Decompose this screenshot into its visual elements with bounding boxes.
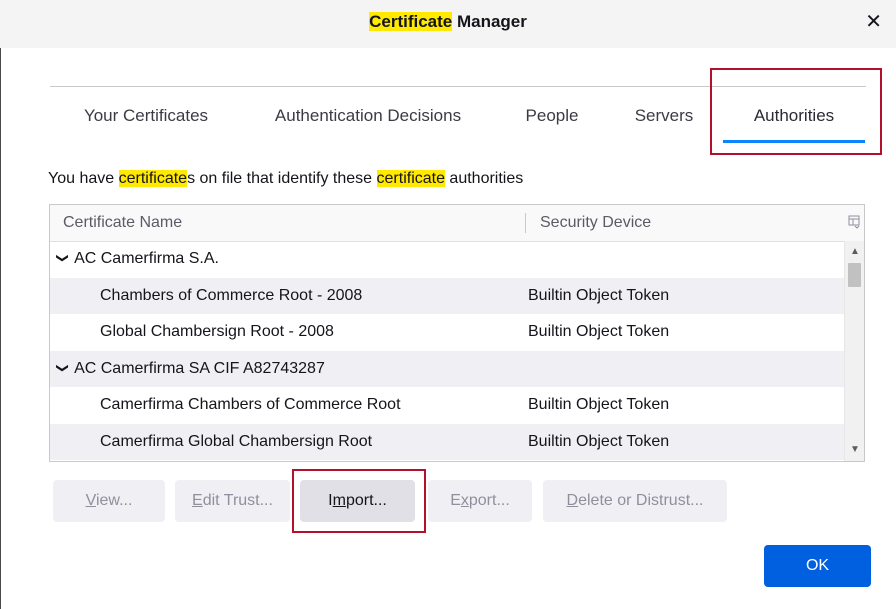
button-label: E bbox=[450, 492, 461, 509]
certificate-name-cell: Global Chambersign Root - 2008 bbox=[100, 323, 334, 340]
group-name: AC Camerfirma SA CIF A82743287 bbox=[74, 359, 325, 377]
scroll-down-icon[interactable]: ▼ bbox=[845, 441, 864, 459]
accel-key: D bbox=[566, 492, 579, 509]
tab-label: People bbox=[525, 106, 579, 125]
dialog-title: Certificate Manager bbox=[0, 12, 896, 32]
authorities-tab-annotation bbox=[710, 68, 882, 155]
tree-item-row[interactable]: Chambers of Commerce Root - 2008 Builtin… bbox=[50, 277, 844, 314]
accel-key: E bbox=[192, 492, 203, 509]
tree-group-row[interactable]: ❯ AC Camerfirma S.A. bbox=[50, 241, 844, 278]
tree-item-row[interactable]: Camerfirma Global Chambersign Root Built… bbox=[50, 423, 844, 460]
certificate-name-cell: Camerfirma Global Chambersign Root bbox=[100, 432, 373, 450]
certificate-name-cell: Camerfirma Chambers of Commerce Root bbox=[100, 396, 401, 413]
ok-button[interactable]: OK bbox=[764, 545, 871, 587]
certificate-tree[interactable]: Certificate Name Security Device ❯ AC Cam… bbox=[49, 204, 865, 462]
accel-key: x bbox=[460, 492, 469, 509]
tab-servers[interactable]: Servers bbox=[628, 87, 700, 145]
tab-authentication-decisions[interactable]: Authentication Decisions bbox=[260, 87, 476, 145]
button-label: dit Trust... bbox=[202, 492, 273, 509]
column-header-certificate-name[interactable]: Certificate Name bbox=[63, 205, 182, 241]
button-label: iew... bbox=[95, 492, 133, 509]
scroll-thumb[interactable] bbox=[848, 263, 861, 287]
desc-part: s on file that identify these bbox=[187, 170, 377, 187]
tree-rows: ❯ AC Camerfirma S.A. Chambers of Commerce… bbox=[50, 241, 844, 460]
title-bar: Certificate Manager ✕ bbox=[0, 0, 896, 48]
description-text: You have certificates on file that ident… bbox=[48, 170, 523, 188]
security-device-cell: Builtin Object Token bbox=[528, 323, 670, 340]
export-button[interactable]: Export... bbox=[428, 480, 532, 522]
import-button-annotation bbox=[292, 469, 426, 533]
desc-part: You have bbox=[48, 170, 119, 187]
tab-people[interactable]: People bbox=[520, 87, 584, 145]
desc-search-highlight: certificate bbox=[118, 170, 188, 187]
window-edge bbox=[0, 0, 1, 609]
edit-trust-button[interactable]: Edit Trust... bbox=[175, 480, 290, 522]
tab-label: Your Certificates bbox=[83, 106, 209, 125]
view-button[interactable]: View... bbox=[53, 480, 165, 522]
accel-key: V bbox=[85, 492, 96, 509]
security-device-cell: Builtin Object Token bbox=[528, 396, 670, 413]
security-device-cell: Builtin Object Token bbox=[528, 286, 670, 304]
certificate-name-cell: Chambers of Commerce Root - 2008 bbox=[100, 286, 363, 304]
button-label: elete or Distrust... bbox=[578, 492, 704, 509]
button-label: OK bbox=[805, 557, 830, 574]
security-device-cell: Builtin Object Token bbox=[528, 432, 670, 450]
desc-search-highlight: certificate bbox=[376, 170, 445, 187]
tree-item-row[interactable]: Global Chambersign Root - 2008 Builtin O… bbox=[50, 314, 844, 351]
column-separator[interactable] bbox=[525, 213, 526, 233]
button-label: port... bbox=[468, 492, 510, 509]
certificate-manager-dialog: Certificate Manager ✕ Your Certificates … bbox=[0, 0, 896, 609]
title-text: Manager bbox=[452, 12, 527, 31]
group-name: AC Camerfirma S.A. bbox=[74, 250, 219, 267]
tree-group-row[interactable]: ❯ AC Camerfirma SA CIF A82743287 bbox=[50, 350, 844, 387]
delete-or-distrust-button[interactable]: Delete or Distrust... bbox=[543, 480, 727, 522]
close-icon[interactable]: ✕ bbox=[865, 10, 882, 34]
column-picker-icon[interactable] bbox=[848, 215, 860, 229]
scroll-up-icon[interactable]: ▲ bbox=[845, 243, 864, 261]
tree-header: Certificate Name Security Device bbox=[50, 205, 864, 242]
chevron-down-icon[interactable]: ❯ bbox=[50, 362, 81, 372]
title-search-highlight: Certificate bbox=[369, 12, 453, 31]
desc-part: authorities bbox=[444, 170, 524, 187]
tab-label: Servers bbox=[634, 106, 694, 125]
tree-item-row[interactable]: Camerfirma Chambers of Commerce Root Bui… bbox=[50, 387, 844, 424]
chevron-down-icon[interactable]: ❯ bbox=[50, 253, 81, 263]
tab-label: Authentication Decisions bbox=[274, 106, 462, 125]
tree-scrollbar[interactable]: ▲ ▼ bbox=[844, 241, 864, 461]
column-header-security-device[interactable]: Security Device bbox=[540, 205, 651, 241]
tab-your-certificates[interactable]: Your Certificates bbox=[76, 87, 216, 145]
